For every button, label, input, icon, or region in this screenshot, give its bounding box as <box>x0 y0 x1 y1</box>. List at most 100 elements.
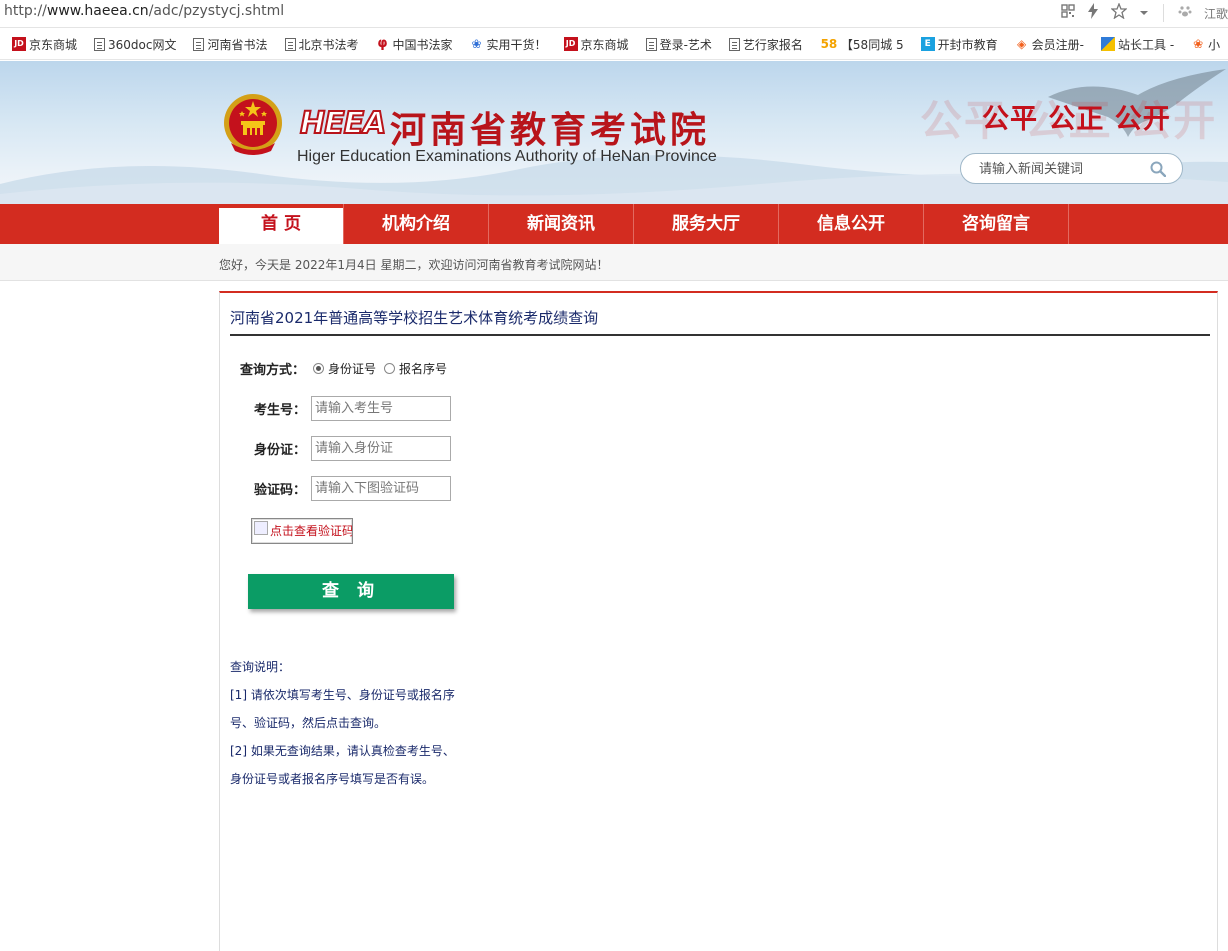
bookmark-item[interactable]: 站长工具 - <box>1101 36 1174 53</box>
bookmark-label: 360doc网文 <box>108 37 177 52</box>
site-header: HEEA 河南省教育考试院 Higer Education Examinatio… <box>0 61 1228 204</box>
lightning-icon[interactable] <box>1087 3 1099 23</box>
heea-logo: HEEA <box>299 105 387 142</box>
nav-items: 首 页 机构介绍 新闻资讯 服务大厅 信息公开 咨询留言 <box>219 204 1078 244</box>
radio-id-number-label[interactable]: 身份证号 <box>328 360 376 377</box>
notes-line: [2] 如果无查询结果，请认真检查考生号、 <box>230 744 455 758</box>
bookmark-label: 河南省书法 <box>207 37 268 52</box>
bookmarks-bar: JD 京东商城 360doc网文 河南省书法 北京书法考 φ 中国书法家 ❀ 实用干货！ JD 京东… <box>0 28 1228 60</box>
paw-icon: ❀ <box>471 37 482 51</box>
site-title-en: Higer Education Examinations Authority o… <box>297 148 717 165</box>
slogan: 公平 公正 公开 <box>982 104 1171 135</box>
qr-code-icon[interactable] <box>1061 4 1075 22</box>
greeting-bar: 您好，今天是 2022年1月4日 星期二，欢迎访问河南省教育考试院网站！ <box>0 244 1228 281</box>
news-search-input[interactable] <box>979 159 1149 179</box>
captcha-input[interactable] <box>311 476 451 501</box>
notes-heading: 查询说明： <box>230 660 291 674</box>
gem-icon: ◈ <box>1017 37 1027 51</box>
document-icon <box>284 37 296 51</box>
news-search-box[interactable] <box>960 153 1183 184</box>
bookmark-item[interactable]: 北京书法考 <box>284 36 359 53</box>
notes-line: [1] 请依次填写考生号、身份证号或报名序 <box>230 688 455 702</box>
exam-no-input[interactable] <box>311 396 451 421</box>
address-bar-icons: 江歌 <box>1055 2 1228 24</box>
url-text[interactable]: http://www.haeea.cn/adc/pzystycj.shtml <box>4 3 284 19</box>
bookmark-item[interactable]: φ 中国书法家 <box>376 36 453 53</box>
greeting-text: 您好，今天是 2022年1月4日 星期二，欢迎访问河南省教育考试院网站！ <box>219 258 609 272</box>
bookmark-label: 京东商城 <box>580 37 629 52</box>
bookmark-item[interactable]: ◈ 会员注册- <box>1015 36 1084 53</box>
bookmark-item[interactable]: ❀ 小 <box>1191 36 1220 53</box>
captcha-label: 验证码： <box>254 483 307 498</box>
main-nav: 首 页 机构介绍 新闻资讯 服务大厅 信息公开 咨询留言 <box>0 204 1228 244</box>
document-icon <box>728 37 740 51</box>
58-icon: 58 <box>820 37 838 51</box>
bookmarks-list: JD 京东商城 360doc网文 河南省书法 北京书法考 φ 中国书法家 ❀ 实用干货！ JD 京东… <box>0 28 1228 59</box>
bookmark-label: 登录-艺术 <box>659 37 712 52</box>
nav-services[interactable]: 服务大厅 <box>633 204 778 244</box>
nav-about[interactable]: 机构介绍 <box>343 204 488 244</box>
jd-icon: JD <box>563 37 578 51</box>
nav-info-public[interactable]: 信息公开 <box>778 204 923 244</box>
e-icon: E <box>920 37 935 51</box>
title-divider <box>230 334 1210 336</box>
score-query-panel: 河南省2021年普通高等学校招生艺术体育统考成绩查询 查询方式： 身份证号 报名… <box>219 291 1218 951</box>
bookmark-label: 会员注册- <box>1031 37 1085 52</box>
national-emblem-icon <box>224 94 282 155</box>
nav-consult[interactable]: 咨询留言 <box>923 204 1068 244</box>
search-icon[interactable] <box>1150 161 1166 177</box>
bookmark-item[interactable]: 艺行家报名 <box>728 36 803 53</box>
bookmark-item[interactable]: JD 京东商城 <box>12 36 77 53</box>
bookmark-item[interactable]: 河南省书法 <box>193 36 268 53</box>
bookmark-label: 站长工具 - <box>1118 37 1175 52</box>
bookmark-item[interactable]: 360doc网文 <box>94 36 176 53</box>
radio-reg-number[interactable] <box>384 363 396 374</box>
document-icon <box>94 37 106 51</box>
url-prefix: http:// <box>4 3 47 19</box>
radio-id-number[interactable] <box>313 363 325 374</box>
url-host: www.haeea.cn <box>46 3 149 19</box>
star-icon[interactable] <box>1110 2 1128 23</box>
jd-icon: JD <box>12 37 26 51</box>
bookmark-label: 实用干货！ <box>486 37 547 52</box>
broken-image-icon <box>254 521 268 535</box>
bookmark-label: 开封市教育 <box>937 37 998 52</box>
id-input[interactable] <box>311 436 451 461</box>
small-icon: ❀ <box>1193 37 1204 51</box>
document-icon <box>193 37 205 51</box>
bookmark-item[interactable]: JD 京东商城 <box>563 36 629 53</box>
calligraphy-icon: φ <box>377 36 388 51</box>
nav-home[interactable]: 首 页 <box>219 208 343 244</box>
user-name[interactable]: 江歌 <box>1204 5 1228 22</box>
captcha-row: 验证码： <box>254 476 451 501</box>
query-mode-label: 查询方式： <box>240 363 306 378</box>
query-mode-row: 查询方式： 身份证号 报名序号 <box>240 359 447 378</box>
bookmark-item[interactable]: ❀ 实用干货！ <box>470 36 547 53</box>
bookmark-item[interactable]: E 开封市教育 <box>920 36 998 53</box>
nav-divider <box>1068 204 1078 244</box>
divider <box>1162 4 1164 22</box>
nav-news[interactable]: 新闻资讯 <box>488 204 633 244</box>
exam-no-row: 考生号： <box>254 396 451 421</box>
notes-line: 号、验证码，然后点击查询。 <box>230 716 387 730</box>
query-notes: 查询说明： [1] 请依次填写考生号、身份证号或报名序 号、验证码，然后点击查询… <box>230 653 470 793</box>
bookmark-item[interactable]: 登录-艺术 <box>645 36 712 53</box>
chevron-down-icon[interactable] <box>1139 5 1149 21</box>
site-title-cn: 河南省教育考试院 <box>390 109 711 151</box>
id-label: 身份证： <box>254 443 307 458</box>
paw-icon[interactable] <box>1178 4 1192 22</box>
bookmark-item[interactable]: 58 【58同城 5 <box>820 36 904 53</box>
captcha-alt-text: 点击查看验证码 <box>270 524 353 538</box>
bookmark-label: 艺行家报名 <box>742 37 803 52</box>
captcha-image[interactable]: 点击查看验证码 <box>251 518 353 544</box>
bookmark-label: 中国书法家 <box>392 37 453 52</box>
bookmark-label: 小 <box>1208 37 1221 52</box>
radio-reg-number-label[interactable]: 报名序号 <box>399 360 447 377</box>
query-button[interactable]: 查 询 <box>248 574 454 609</box>
page-title: 河南省2021年普通高等学校招生艺术体育统考成绩查询 <box>230 309 599 327</box>
exam-no-label: 考生号： <box>254 403 307 418</box>
document-icon <box>645 37 657 51</box>
url-path: /adc/pzystycj.shtml <box>148 3 285 19</box>
address-bar[interactable]: http://www.haeea.cn/adc/pzystycj.shtml 江… <box>0 0 1228 28</box>
id-row: 身份证： <box>254 436 451 461</box>
